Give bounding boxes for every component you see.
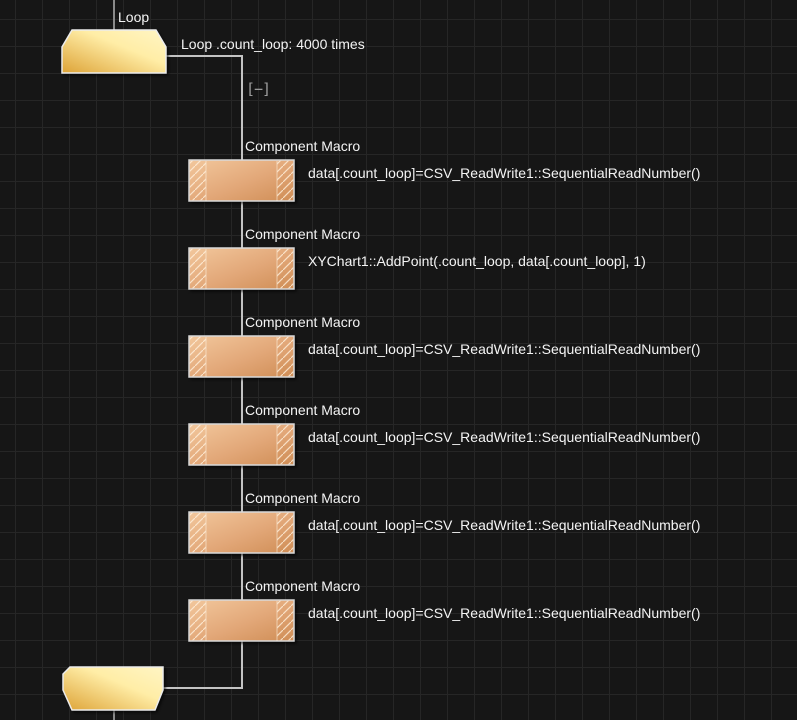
block-title: Component Macro [245,226,360,243]
block-code: data[.count_loop]=CSV_ReadWrite1::Sequen… [308,605,700,622]
block-code: XYChart1::AddPoint(.count_loop, data[.co… [308,253,646,270]
component-macro-block[interactable] [187,158,297,204]
block-title: Component Macro [245,490,360,507]
block-code: data[.count_loop]=CSV_ReadWrite1::Sequen… [308,165,700,182]
connector-loop-begin-to-spine [166,55,243,57]
loop-begin-shape[interactable] [60,27,168,75]
macro-row: Component Macro data[.count_loop]=CSV_Re… [0,314,797,402]
block-code: data[.count_loop]=CSV_ReadWrite1::Sequen… [308,341,700,358]
collapse-toggle-icon[interactable]: [−] [246,80,270,98]
macro-row: Component Macro data[.count_loop]=CSV_Re… [0,138,797,226]
component-macro-block[interactable] [187,246,297,292]
component-macro-block[interactable] [187,334,297,380]
flowchart-canvas: Loop Loop .count_loop: 4000 times [−] Co… [0,0,797,720]
component-macro-block[interactable] [187,598,297,644]
block-title: Component Macro [245,402,360,419]
macro-row: Component Macro data[.count_loop]=CSV_Re… [0,402,797,490]
loop-end-shape[interactable] [60,664,168,712]
component-macro-block[interactable] [187,422,297,468]
macro-row: Component Macro XYChart1::AddPoint(.coun… [0,226,797,314]
block-title: Component Macro [245,314,360,331]
block-code: data[.count_loop]=CSV_ReadWrite1::Sequen… [308,517,700,534]
connector-spine-to-loop-end [163,687,243,689]
loop-header-label: Loop .count_loop: 4000 times [181,36,365,53]
macro-row: Component Macro data[.count_loop]=CSV_Re… [0,490,797,578]
macro-row: Component Macro data[.count_loop]=CSV_Re… [0,578,797,666]
block-code: data[.count_loop]=CSV_ReadWrite1::Sequen… [308,429,700,446]
component-macro-block[interactable] [187,510,297,556]
loop-name-label: Loop [118,9,149,26]
block-title: Component Macro [245,138,360,155]
block-title: Component Macro [245,578,360,595]
